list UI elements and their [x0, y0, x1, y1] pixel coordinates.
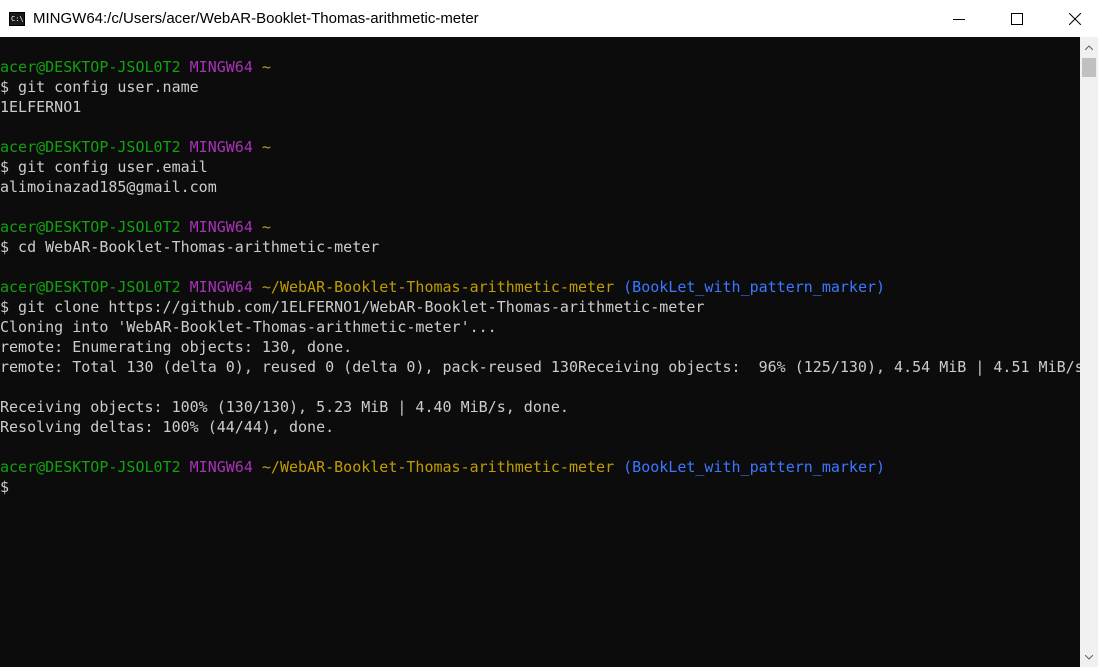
maximize-icon [1011, 12, 1023, 25]
prompt-user-host: acer@DESKTOP-JSOL0T2 [0, 138, 181, 156]
prompt-user-host: acer@DESKTOP-JSOL0T2 [0, 58, 181, 76]
prompt-line: acer@DESKTOP-JSOL0T2 MINGW64 ~/WebAR-Boo… [0, 277, 1080, 297]
vertical-scrollbar[interactable] [1080, 37, 1098, 667]
terminal-window: C:\ MINGW64:/c/Users/acer/WebAR-Booklet-… [0, 0, 1098, 667]
prompt-system: MINGW64 [189, 278, 253, 296]
prompt-path: ~ [261, 138, 271, 156]
prompt-path: ~/WebAR-Booklet-Thomas-arithmetic-meter [261, 458, 615, 476]
command-line[interactable]: $ [0, 477, 1080, 497]
output-line: Cloning into 'WebAR-Booklet-Thomas-arith… [0, 318, 497, 336]
prompt-path: ~ [261, 218, 271, 236]
output-line: Receiving objects: 100% (130/130), 5.23 … [0, 398, 569, 416]
command-line: $ git config user.email [0, 158, 208, 176]
prompt-path: ~/WebAR-Booklet-Thomas-arithmetic-meter [261, 278, 615, 296]
prompt-branch: (BookLet_with_pattern_marker) [623, 458, 886, 476]
output-line: alimoinazad185@gmail.com [0, 178, 217, 196]
prompt-line: acer@DESKTOP-JSOL0T2 MINGW64 ~ [0, 217, 1080, 237]
minimize-icon [953, 18, 965, 20]
command-line: $ git clone https://github.com/1ELFERNO1… [0, 298, 705, 316]
prompt-line: acer@DESKTOP-JSOL0T2 MINGW64 ~/WebAR-Boo… [0, 457, 1080, 477]
prompt-user-host: acer@DESKTOP-JSOL0T2 [0, 278, 181, 296]
window-controls [924, 0, 1098, 37]
prompt-path: ~ [261, 58, 271, 76]
window-title: MINGW64:/c/Users/acer/WebAR-Booklet-Thom… [33, 10, 479, 27]
terminal-app-icon[interactable]: C:\ [9, 11, 25, 26]
prompt-system: MINGW64 [189, 58, 253, 76]
prompt-user-host: acer@DESKTOP-JSOL0T2 [0, 218, 181, 236]
prompt-user-host: acer@DESKTOP-JSOL0T2 [0, 458, 181, 476]
command-line: $ git config user.name [0, 78, 199, 96]
scroll-down-button[interactable] [1080, 647, 1098, 667]
title-bar[interactable]: C:\ MINGW64:/c/Users/acer/WebAR-Booklet-… [0, 0, 1098, 37]
prompt-system: MINGW64 [189, 138, 253, 156]
maximize-button[interactable] [994, 0, 1040, 37]
prompt-system: MINGW64 [189, 218, 253, 236]
output-line: Resolving deltas: 100% (44/44), done. [0, 418, 335, 436]
chevron-down-icon [1085, 654, 1093, 660]
terminal-output[interactable]: acer@DESKTOP-JSOL0T2 MINGW64 ~ $ git con… [0, 37, 1080, 667]
prompt-branch: (BookLet_with_pattern_marker) [623, 278, 886, 296]
prompt-line: acer@DESKTOP-JSOL0T2 MINGW64 ~ [0, 137, 1080, 157]
chevron-up-icon [1085, 44, 1093, 50]
output-line: remote: Total 130 (delta 0), reused 0 (d… [0, 358, 1080, 376]
close-button[interactable] [1052, 0, 1098, 37]
close-icon [1069, 12, 1081, 25]
command-line: $ cd WebAR-Booklet-Thomas-arithmetic-met… [0, 238, 380, 256]
output-line: remote: Enumerating objects: 130, done. [0, 338, 353, 356]
minimize-button[interactable] [936, 0, 982, 37]
prompt-system: MINGW64 [189, 458, 253, 476]
prompt-line: acer@DESKTOP-JSOL0T2 MINGW64 ~ [0, 57, 1080, 77]
output-line: 1ELFERNO1 [0, 98, 82, 116]
scroll-up-button[interactable] [1080, 37, 1098, 57]
scroll-thumb[interactable] [1082, 58, 1096, 77]
